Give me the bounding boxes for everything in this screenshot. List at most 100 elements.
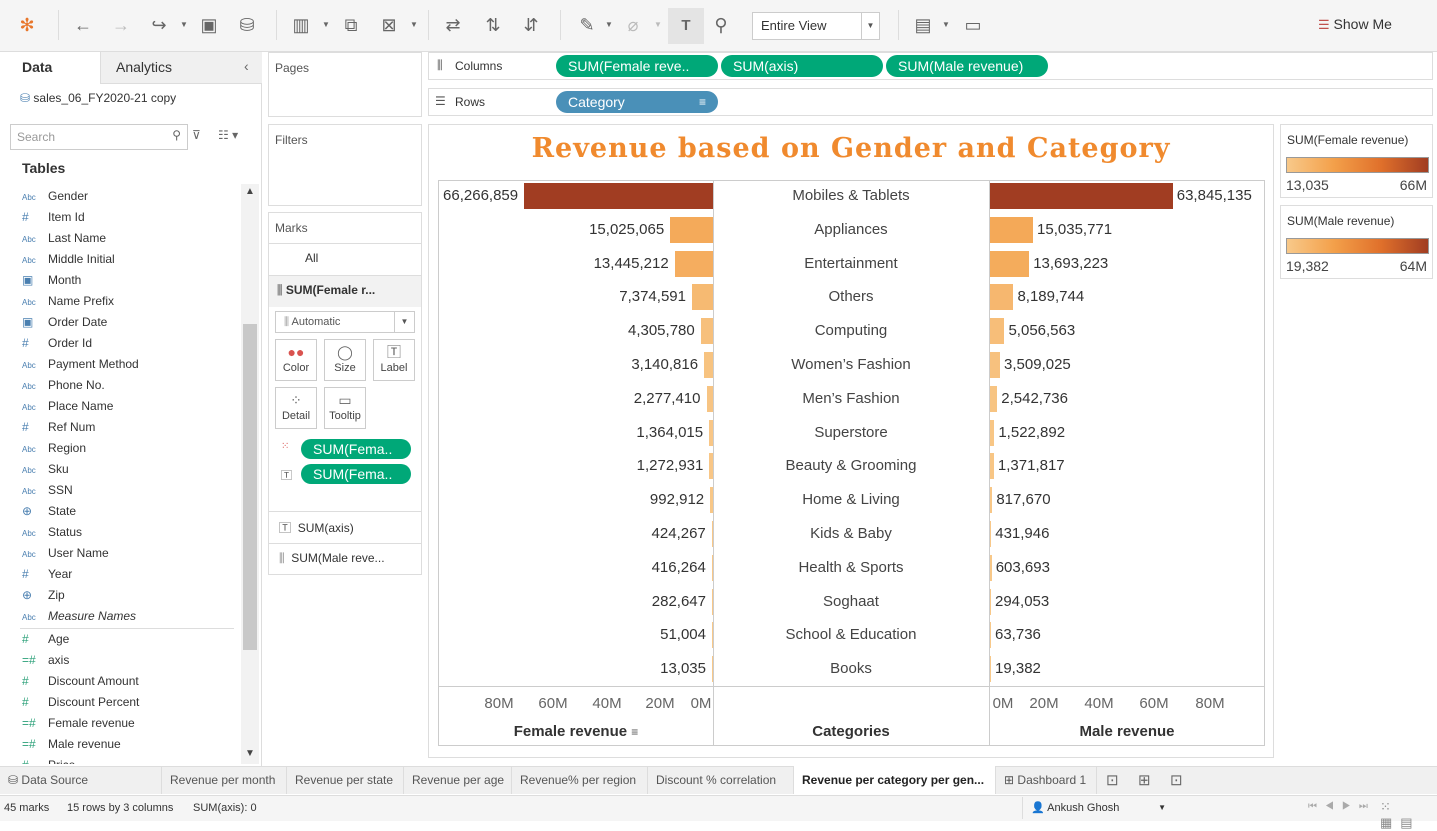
- scroll-up-icon[interactable]: ▲: [245, 186, 255, 197]
- category-label[interactable]: Soghaat: [714, 593, 988, 610]
- male-bar[interactable]: [990, 250, 1030, 277]
- field-dim[interactable]: Abc Measure Names: [22, 606, 136, 626]
- male-bar[interactable]: [990, 521, 992, 547]
- highlight-icon[interactable]: ✎: [576, 14, 598, 36]
- tab-sheet[interactable]: Revenue per month: [162, 766, 287, 794]
- male-bar[interactable]: [990, 284, 1014, 311]
- male-bar[interactable]: [990, 216, 1034, 243]
- female-bar[interactable]: [709, 419, 713, 446]
- male-bar[interactable]: [990, 656, 991, 683]
- view-options-icon[interactable]: ☷ ▾: [218, 128, 238, 142]
- tableau-logo-icon[interactable]: ✻: [16, 14, 38, 36]
- male-bar[interactable]: [990, 385, 998, 412]
- field-dim[interactable]: Abc Payment Method: [22, 354, 139, 374]
- female-axis-title[interactable]: Female revenue ≡: [440, 723, 712, 740]
- male-bar[interactable]: [990, 622, 991, 649]
- female-bar[interactable]: [709, 453, 713, 480]
- chevron-down-icon[interactable]: ▼: [322, 20, 330, 29]
- sort-ascending-icon[interactable]: ⇅: [482, 14, 504, 36]
- undo-icon[interactable]: ←: [72, 14, 94, 36]
- female-bar[interactable]: [524, 183, 713, 209]
- new-worksheet-icon[interactable]: ⊡: [1106, 771, 1119, 789]
- scroll-down-icon[interactable]: ▼: [245, 748, 255, 759]
- field-dim[interactable]: ▣ Month: [22, 270, 81, 290]
- pin-icon[interactable]: ⚲: [710, 14, 732, 36]
- field-dim[interactable]: Abc Phone No.: [22, 375, 105, 395]
- field-dim[interactable]: Abc Last Name: [22, 228, 106, 248]
- label-pill[interactable]: SUM(Fema..: [301, 464, 411, 484]
- tab-analytics[interactable]: Analytics: [100, 52, 262, 84]
- chevron-down-icon[interactable]: ▼: [605, 20, 613, 29]
- field-dim[interactable]: ⊕ State: [22, 501, 76, 521]
- male-legend[interactable]: SUM(Male revenue) 19,382 64M: [1280, 205, 1433, 279]
- category-label[interactable]: Entertainment: [714, 255, 988, 272]
- female-bar[interactable]: [711, 554, 713, 581]
- new-worksheet-icon[interactable]: ▥: [290, 14, 312, 36]
- female-bar[interactable]: [711, 521, 713, 547]
- filter-icon[interactable]: ⊽: [192, 128, 201, 142]
- field-dim[interactable]: # Year: [22, 564, 72, 584]
- field-dim[interactable]: Abc Sku: [22, 459, 69, 479]
- field-dim[interactable]: Abc Middle Initial: [22, 249, 115, 269]
- category-label[interactable]: Mobiles & Tablets: [714, 187, 988, 204]
- sort-descending-icon[interactable]: ⇵: [520, 14, 542, 36]
- male-bar[interactable]: [990, 352, 1001, 378]
- marks-female-tab[interactable]: ⫼ SUM(Female r...: [269, 275, 421, 307]
- field-dim[interactable]: # Item Id: [22, 207, 85, 227]
- field-measure[interactable]: # Age: [22, 629, 69, 649]
- female-bar[interactable]: [712, 588, 713, 615]
- new-datasource-icon[interactable]: ⛁: [236, 14, 258, 36]
- field-dim[interactable]: Abc Gender: [22, 186, 88, 206]
- female-bar[interactable]: [712, 656, 713, 683]
- female-bar[interactable]: [700, 318, 713, 345]
- field-dim[interactable]: Abc Region: [22, 438, 86, 458]
- swap-icon[interactable]: ⇄: [442, 14, 464, 36]
- field-dim[interactable]: Abc Place Name: [22, 396, 113, 416]
- category-label[interactable]: Home & Living: [714, 491, 988, 508]
- field-measure[interactable]: # Discount Percent: [22, 692, 139, 712]
- mark-type-select[interactable]: ⫼ Automatic ▼: [275, 311, 415, 333]
- field-dim[interactable]: Abc User Name: [22, 543, 109, 563]
- category-label[interactable]: Kids & Baby: [714, 525, 988, 542]
- color-pill[interactable]: SUM(Fema..: [301, 439, 411, 459]
- field-dim[interactable]: Abc Name Prefix: [22, 291, 114, 311]
- tab-sheet[interactable]: Revenue% per region: [512, 766, 648, 794]
- male-bar[interactable]: [990, 554, 992, 581]
- new-dashboard-icon[interactable]: ⊞: [1138, 771, 1151, 789]
- male-bar[interactable]: [990, 419, 995, 446]
- label-button[interactable]: 🅃 Label: [373, 339, 415, 381]
- group-icon[interactable]: ⌀: [622, 14, 644, 36]
- marks-axis-tab[interactable]: 🅃 SUM(axis): [269, 511, 421, 543]
- tab-sheet[interactable]: Revenue per age: [404, 766, 512, 794]
- presentation-icon[interactable]: ▭: [962, 14, 984, 36]
- female-bar[interactable]: [670, 216, 713, 243]
- category-label[interactable]: Others: [714, 288, 988, 305]
- scrollbar[interactable]: ▲ ▼: [241, 184, 259, 764]
- marks-male-tab[interactable]: ⫼ SUM(Male reve...: [269, 543, 421, 575]
- marks-all-tab[interactable]: All: [269, 243, 421, 275]
- size-button[interactable]: ◯ Size: [324, 339, 366, 381]
- field-measure[interactable]: # Discount Amount: [22, 671, 139, 691]
- category-label[interactable]: School & Education: [714, 626, 988, 643]
- save-icon[interactable]: ▣: [198, 14, 220, 36]
- fit-select[interactable]: Entire View ▼: [752, 12, 880, 40]
- chevron-down-icon[interactable]: ▼: [180, 20, 188, 29]
- duplicate-sheet-icon[interactable]: ⧉: [340, 14, 362, 36]
- field-dim[interactable]: Abc SSN: [22, 480, 73, 500]
- female-bar[interactable]: [704, 352, 713, 378]
- user-menu[interactable]: 👤 Ankush Ghosh ▼: [1022, 797, 1174, 819]
- chevron-down-icon[interactable]: ▼: [654, 20, 662, 29]
- collapse-icon[interactable]: ‹: [244, 58, 249, 74]
- category-label[interactable]: Men’s Fashion: [714, 390, 988, 407]
- category-label[interactable]: Books: [714, 660, 988, 677]
- scrollbar-thumb[interactable]: [243, 324, 257, 650]
- datasource-row[interactable]: ⛁ sales_06_FY2020-21 copy: [20, 91, 176, 105]
- chevron-down-icon[interactable]: ▼: [410, 20, 418, 29]
- field-measure[interactable]: #Price: [22, 755, 75, 764]
- field-dim[interactable]: # Order Id: [22, 333, 92, 353]
- male-bar[interactable]: [990, 318, 1005, 345]
- category-label[interactable]: Appliances: [714, 221, 988, 238]
- tab-dashboard[interactable]: ⊞ Dashboard 1: [996, 766, 1097, 794]
- column-pill-male[interactable]: SUM(Male revenue): [886, 55, 1048, 77]
- category-label[interactable]: Superstore: [714, 424, 988, 441]
